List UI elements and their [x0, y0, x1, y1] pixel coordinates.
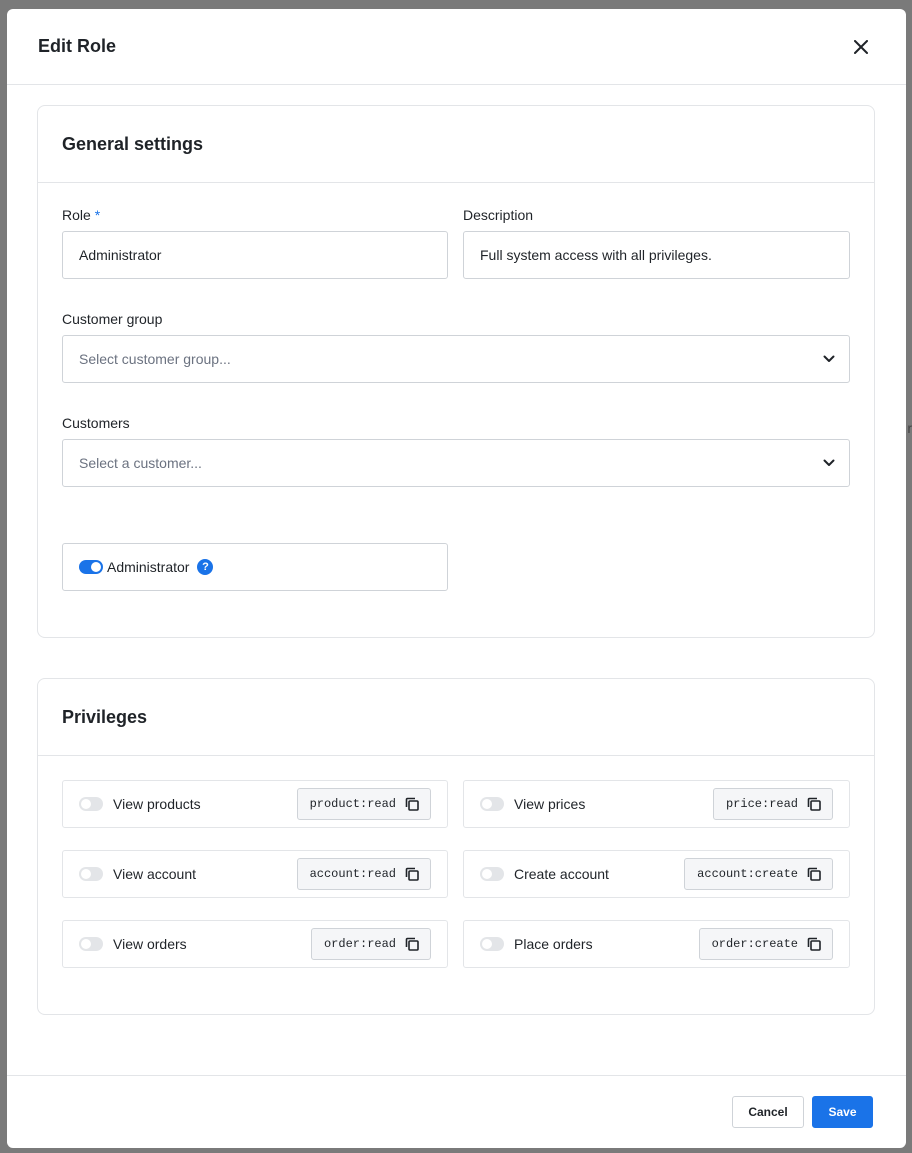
- privilege-code-chip[interactable]: price:read: [712, 788, 833, 820]
- backdrop-edge-text: r: [907, 420, 912, 436]
- copy-icon[interactable]: [806, 936, 822, 952]
- general-settings-header: General settings: [38, 106, 874, 183]
- privilege-toggle[interactable]: [480, 867, 504, 881]
- privilege-label: View orders: [113, 936, 187, 952]
- help-icon[interactable]: ?: [197, 559, 214, 575]
- modal-header: Edit Role: [7, 9, 906, 85]
- save-button[interactable]: Save: [812, 1096, 873, 1128]
- general-settings-title: General settings: [62, 133, 204, 154]
- role-input[interactable]: Administrator: [62, 231, 448, 279]
- privilege-label: View products: [113, 796, 201, 812]
- cancel-button[interactable]: Cancel: [732, 1096, 804, 1128]
- privilege-code: account:read: [309, 867, 396, 881]
- privilege-toggle[interactable]: [480, 797, 504, 811]
- privilege-item: View orders order:read: [62, 920, 448, 968]
- copy-icon[interactable]: [806, 866, 822, 882]
- modal-title: Edit Role: [38, 36, 117, 56]
- description-label: Description: [463, 207, 534, 223]
- customers-placeholder: Select a customer...: [79, 455, 202, 471]
- privilege-code-chip[interactable]: order:create: [698, 928, 833, 960]
- privilege-item: Place orders order:create: [463, 920, 850, 968]
- modal-footer: Cancel Save: [7, 1075, 906, 1148]
- privilege-code: order:read: [323, 937, 396, 951]
- privilege-item: View prices price:read: [463, 780, 850, 828]
- chevron-down-icon: [823, 459, 835, 466]
- privilege-toggle[interactable]: [79, 937, 103, 951]
- copy-icon[interactable]: [404, 866, 420, 882]
- chevron-down-icon: [823, 355, 835, 362]
- privileges-title: Privileges: [62, 706, 148, 727]
- privilege-code-chip[interactable]: account:read: [296, 858, 431, 890]
- privilege-label: Place orders: [514, 936, 593, 952]
- description-input[interactable]: Full system access with all privileges.: [463, 231, 850, 279]
- edit-role-modal: Edit Role General settings Role * Admini…: [7, 9, 906, 1148]
- privilege-label: View prices: [514, 796, 586, 812]
- general-settings-card: General settings Role * Administrator De…: [37, 105, 875, 638]
- customer-group-placeholder: Select customer group...: [79, 351, 231, 367]
- customers-select[interactable]: Select a customer...: [62, 439, 850, 487]
- close-icon: [854, 39, 868, 54]
- privilege-toggle[interactable]: [480, 937, 504, 951]
- privileges-header: Privileges: [38, 679, 874, 756]
- privilege-item: View products product:read: [62, 780, 448, 828]
- close-button[interactable]: [849, 35, 873, 59]
- privilege-toggle[interactable]: [79, 797, 103, 811]
- privilege-item: View account account:read: [62, 850, 448, 898]
- required-marker: *: [94, 207, 101, 223]
- privilege-code-chip[interactable]: order:read: [310, 928, 431, 960]
- privilege-code-chip[interactable]: product:read: [296, 788, 431, 820]
- administrator-toggle[interactable]: [79, 560, 103, 574]
- privilege-code-chip[interactable]: account:create: [684, 858, 833, 890]
- customers-label: Customers: [62, 415, 130, 431]
- privilege-item: Create account account:create: [463, 850, 850, 898]
- privileges-card: Privileges View products product:read Vi…: [37, 678, 875, 1015]
- copy-icon[interactable]: [404, 796, 420, 812]
- privilege-label: View account: [113, 866, 197, 882]
- administrator-toggle-field: Administrator ?: [62, 543, 448, 591]
- customer-group-label: Customer group: [62, 311, 163, 327]
- administrator-label: Administrator: [107, 559, 190, 575]
- privilege-label: Create account: [514, 866, 609, 882]
- copy-icon[interactable]: [404, 936, 420, 952]
- privilege-code: account:create: [697, 867, 798, 881]
- privilege-toggle[interactable]: [79, 867, 103, 881]
- copy-icon[interactable]: [806, 796, 822, 812]
- privilege-code: product:read: [309, 797, 396, 811]
- privilege-code: price:read: [725, 797, 798, 811]
- customer-group-select[interactable]: Select customer group...: [62, 335, 850, 383]
- role-label: Role *: [62, 207, 101, 223]
- privilege-code: order:create: [711, 937, 798, 951]
